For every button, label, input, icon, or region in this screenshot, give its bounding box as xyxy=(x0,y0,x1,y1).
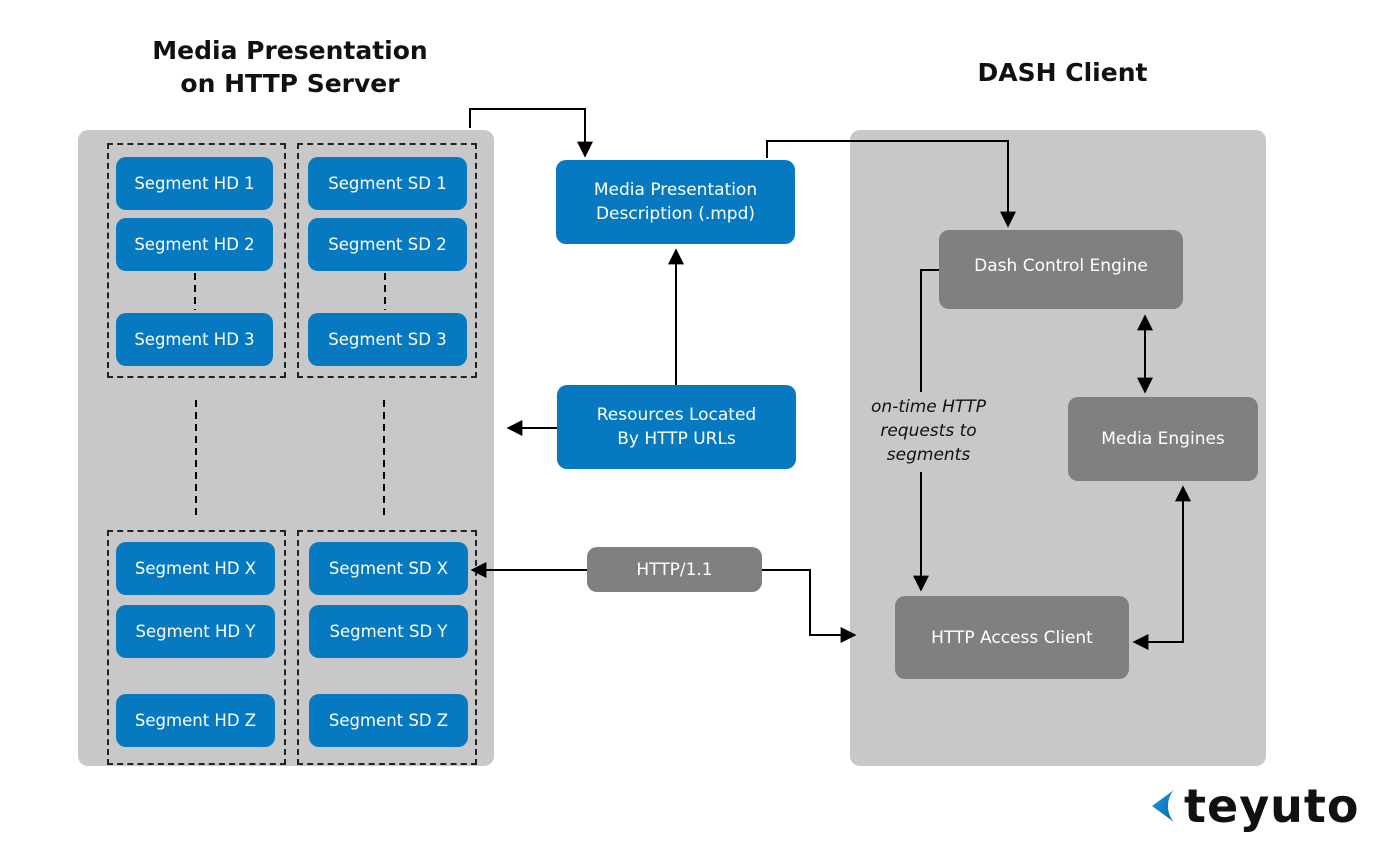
server-to-mpd-arrow xyxy=(469,108,593,158)
connector-layer xyxy=(194,108,1191,650)
note-line3: segments xyxy=(886,445,971,465)
ontime-requests-note: on-time HTTP requests to segments xyxy=(856,395,1001,467)
chevron-left-icon xyxy=(1152,790,1174,822)
teyuto-logo: teyuto xyxy=(1150,776,1360,836)
note-line1: on-time HTTP xyxy=(871,397,986,417)
mpd-to-control-engine-arrow xyxy=(766,140,1016,228)
brand-name: teyuto xyxy=(1184,779,1360,833)
note-line2: requests to xyxy=(880,421,977,441)
access-media-bidirectional-arrow xyxy=(1132,485,1191,650)
control-to-access-line-top xyxy=(920,269,939,392)
protocol-to-client-arrow xyxy=(762,569,857,643)
